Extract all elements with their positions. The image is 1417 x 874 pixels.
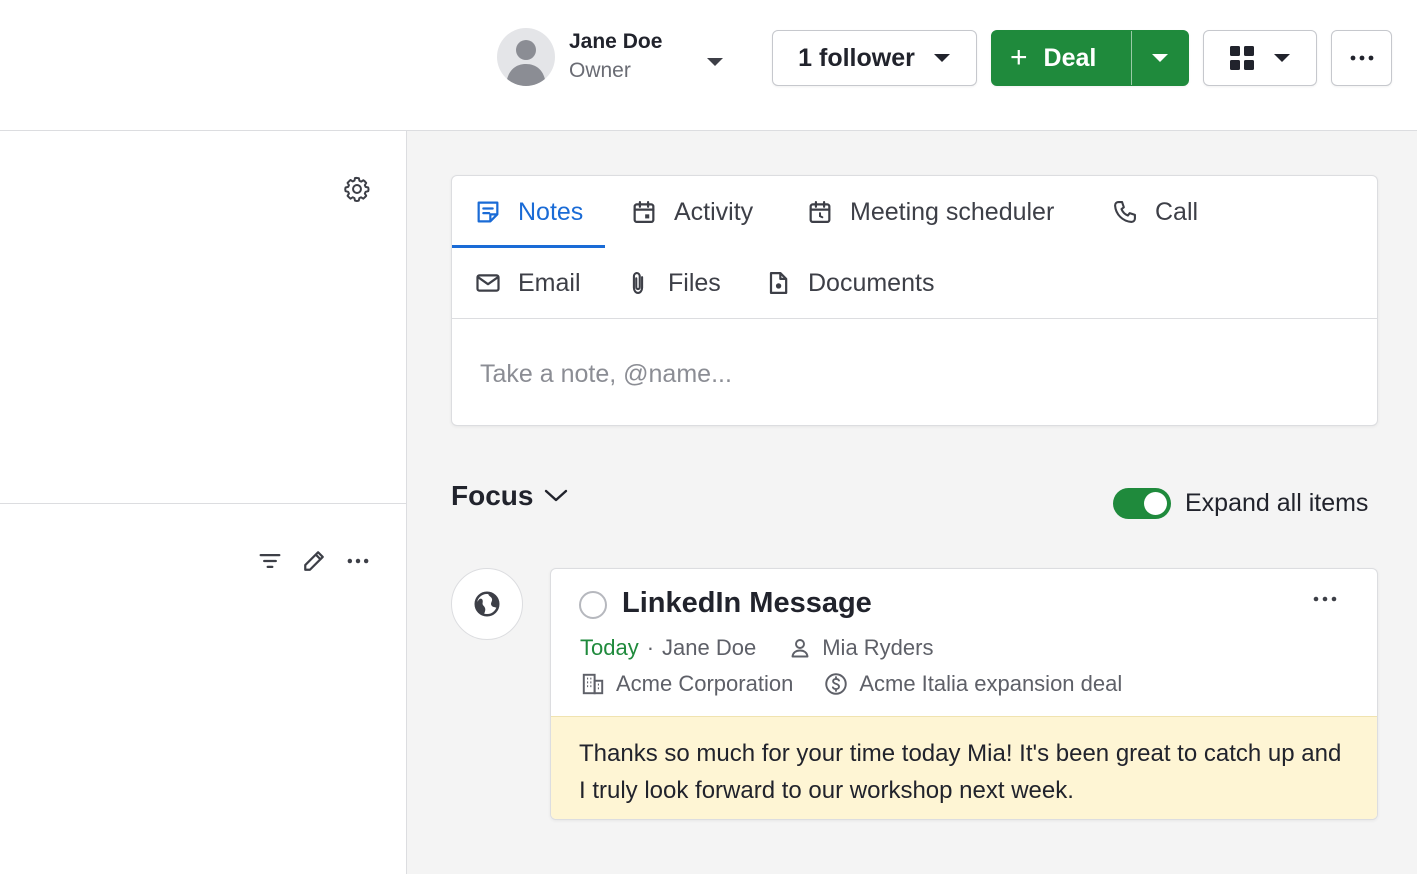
feed-item-card: LinkedIn Message Today · Jane Doe Mia Ry… <box>550 568 1378 820</box>
expand-all-label: Expand all items <box>1185 489 1369 517</box>
plus-icon: + <box>1010 41 1028 74</box>
more-horizontal-icon <box>1350 55 1373 61</box>
owner-role: Owner <box>569 59 631 82</box>
followers-button[interactable]: 1 follower <box>772 30 977 86</box>
focus-filter[interactable]: Focus <box>451 480 569 512</box>
followers-label: 1 follower <box>798 43 915 72</box>
section-divider <box>0 503 407 504</box>
person-name: Mia Ryders <box>822 635 934 660</box>
more-horizontal-icon[interactable] <box>344 547 372 575</box>
organization-name: Acme Corporation <box>616 671 794 696</box>
tab-label: Meeting scheduler <box>850 197 1055 226</box>
feed-item-organization[interactable]: Acme Corporation <box>580 671 793 697</box>
add-deal-button[interactable]: + Deal <box>991 30 1189 86</box>
feed-item-meta: Today · Jane Doe Mia Ryders <box>580 635 933 661</box>
caret-down-icon <box>1274 54 1290 62</box>
more-actions-button[interactable] <box>1331 30 1392 86</box>
chevron-down-icon <box>545 489 568 502</box>
section-tools <box>256 547 372 575</box>
tab-label: Email <box>518 268 581 297</box>
tab-documents[interactable]: Documents <box>742 247 956 319</box>
view-switcher-button[interactable] <box>1203 30 1317 86</box>
note-input[interactable] <box>480 344 1350 404</box>
tab-label: Documents <box>808 268 935 297</box>
caret-down-icon <box>933 54 950 62</box>
filter-icon[interactable] <box>256 547 284 575</box>
mark-done-checkbox[interactable] <box>579 591 607 619</box>
deal-label: Deal <box>1043 43 1097 72</box>
caret-down-icon <box>1152 54 1168 62</box>
add-deal-main[interactable]: + Deal <box>992 31 1131 85</box>
feed-item-person[interactable]: Mia Ryders <box>788 635 933 661</box>
tab-label: Call <box>1155 197 1199 226</box>
deal-name: Acme Italia expansion deal <box>859 671 1123 696</box>
top-bar: Jane Doe Owner 1 follower + Deal <box>0 0 1417 131</box>
dollar-circle-icon <box>825 673 848 695</box>
more-horizontal-icon[interactable] <box>1313 595 1337 603</box>
owner-name: Jane Doe <box>569 30 663 53</box>
tab-notes[interactable]: Notes <box>452 176 606 248</box>
feed-item-deal[interactable]: Acme Italia expansion deal <box>823 671 1122 697</box>
globe-icon <box>474 591 500 617</box>
mail-icon <box>476 274 500 292</box>
calendar-icon <box>633 200 655 224</box>
note-icon <box>477 201 499 223</box>
document-icon <box>769 271 788 295</box>
owner-selector[interactable]: Jane Doe Owner <box>497 28 662 86</box>
gear-icon[interactable] <box>343 175 371 203</box>
tab-label: Files <box>668 268 721 297</box>
calendar-clock-icon <box>809 200 831 224</box>
pencil-icon[interactable] <box>300 547 328 575</box>
tab-label: Notes <box>518 197 584 226</box>
tab-activity[interactable]: Activity <box>608 176 775 248</box>
meta-separator: · <box>646 635 655 660</box>
focus-label: Focus <box>451 480 534 511</box>
tab-files[interactable]: Files <box>602 247 743 319</box>
expand-all-toggle-group: Expand all items <box>1113 488 1368 519</box>
caret-down-icon[interactable] <box>705 56 725 68</box>
feed-item-date: Today <box>580 635 639 660</box>
person-icon <box>791 639 809 658</box>
feed-item-type-badge <box>451 568 523 640</box>
grid-icon <box>1230 46 1254 70</box>
person-placeholder-icon <box>506 40 546 86</box>
feed-item-title[interactable]: LinkedIn Message <box>622 587 872 620</box>
avatar <box>497 28 555 86</box>
feed-item-note: Thanks so much for your time today Mia! … <box>551 716 1377 819</box>
tab-meeting-scheduler[interactable]: Meeting scheduler <box>784 176 1076 248</box>
paperclip-icon <box>632 272 644 294</box>
expand-all-toggle[interactable] <box>1113 488 1171 519</box>
details-sidebar <box>0 131 407 874</box>
activity-composer: Notes Activity Meeting scheduler Call Em… <box>451 175 1378 426</box>
feed-item-author: Jane Doe <box>662 635 757 660</box>
tab-call[interactable]: Call <box>1089 176 1220 248</box>
tab-email[interactable]: Email <box>452 247 603 319</box>
phone-icon <box>1114 201 1136 223</box>
tabs-divider <box>452 318 1377 319</box>
tab-label: Activity <box>674 197 754 226</box>
building-icon <box>582 673 604 695</box>
deal-options-dropdown[interactable] <box>1132 31 1188 85</box>
feed-item-links: Acme Corporation Acme Italia expansion d… <box>580 671 1122 697</box>
